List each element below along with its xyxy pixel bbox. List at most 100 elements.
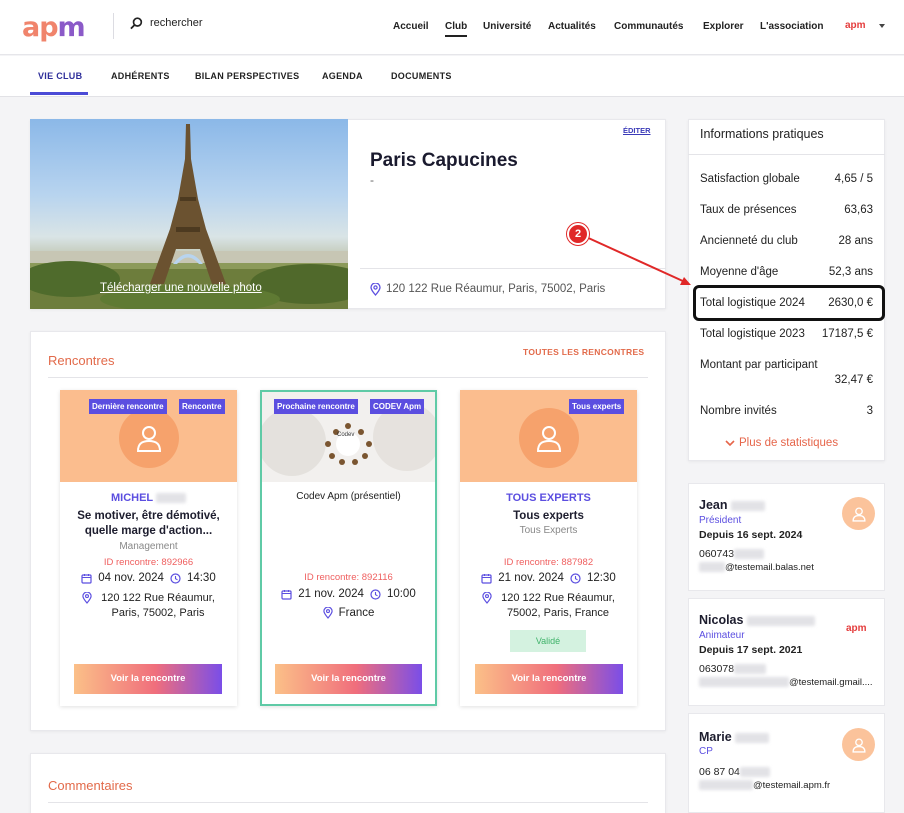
user-icon [851, 506, 866, 522]
member-name: Marie [699, 730, 770, 744]
stat-label: Ancienneté du club [700, 235, 798, 247]
divider [48, 802, 648, 803]
member-phone: 063078 [699, 663, 767, 675]
annotation-arrow [583, 235, 691, 285]
stat-value: 28 ans [838, 235, 873, 247]
voir-rencontre-button[interactable]: Voir la rencontre [275, 664, 422, 694]
badge-codev: CODEV Apm [370, 399, 425, 414]
tab-agenda[interactable]: AGENDA [322, 71, 363, 81]
tab-adherents[interactable]: ADHÉRENTS [111, 71, 170, 81]
user-icon [851, 737, 866, 753]
user-icon [536, 426, 562, 452]
nav-association[interactable]: L'association [760, 21, 824, 32]
nav-communautes[interactable]: Communautés [614, 21, 683, 32]
location-pin-icon [322, 607, 333, 619]
member-email[interactable]: @testemail.gmail.... [699, 677, 873, 688]
rencontre-address: 120 122 Rue Réaumur, 75002, Paris, Franc… [501, 592, 615, 619]
club-photo [30, 119, 348, 309]
user-icon [136, 426, 162, 452]
rencontre-address: 120 122 Rue Réaumur, Paris, 75002, Paris [101, 592, 215, 619]
stat-value: 4,65 / 5 [834, 173, 873, 185]
badge-derniere-rencontre: Dernière rencontre [89, 399, 167, 414]
stat-value: 52,3 ans [828, 266, 873, 278]
stat-value: 17187,5 € [821, 328, 873, 340]
voir-rencontre-button[interactable]: Voir la rencontre [74, 664, 222, 694]
nav-universite[interactable]: Université [483, 21, 531, 32]
status-badge: Validé [510, 630, 586, 652]
stat-value: 63,63 [844, 204, 873, 216]
location-pin-icon [482, 592, 492, 604]
rencontre-address: France [262, 607, 435, 619]
clock-icon [570, 572, 581, 584]
tab-documents[interactable]: DOCUMENTS [391, 71, 452, 81]
chevron-down-icon[interactable] [879, 24, 885, 28]
member-since: Depuis 17 sept. 2021 [699, 644, 803, 656]
avatar [119, 408, 179, 468]
stat-label: Montant par participant [700, 359, 818, 371]
rencontre-id: ID rencontre: 892116 [304, 572, 393, 583]
annotation-marker: 2 [567, 223, 589, 245]
stat-value: 32,47 € [834, 374, 873, 386]
member-role: Animateur [699, 630, 745, 641]
clock-icon [170, 572, 181, 584]
eiffel-tower-image [30, 124, 348, 309]
club-name: Paris Capucines [370, 150, 518, 171]
divider [48, 377, 648, 378]
info-title: Informations pratiques [700, 127, 824, 141]
rencontre-title: Tous experts [513, 510, 584, 522]
avatar [842, 497, 875, 530]
apm-logo: apm [846, 623, 867, 634]
member-email[interactable]: @testemail.apm.fr [699, 780, 830, 791]
search-input[interactable]: rechercher [150, 17, 203, 29]
rencontre-datetime: 21 nov. 2024 10:00 [262, 588, 435, 600]
rencontre-host: MICHEL [60, 492, 237, 504]
member-phone: 060743 [699, 548, 765, 560]
nav-actualites[interactable]: Actualités [548, 21, 596, 32]
stat-value: 3 [866, 405, 873, 417]
divider [113, 13, 114, 39]
rencontre-datetime: 04 nov. 2024 14:30 [60, 572, 237, 584]
stat-label: Nombre invités [700, 405, 777, 417]
search-icon[interactable] [130, 17, 143, 30]
club-address: 120 122 Rue Réaumur, Paris, 75002, Paris [386, 283, 606, 295]
clock-icon [370, 588, 381, 600]
section-title: Commentaires [48, 778, 133, 793]
member-email[interactable]: @testemail.balas.net [699, 562, 814, 573]
stat-label: Taux de présences [700, 204, 797, 216]
member-name: Nicolas [699, 613, 815, 627]
avatar [519, 408, 579, 468]
member-name: Jean [699, 498, 765, 512]
nav-club[interactable]: Club [445, 21, 468, 37]
more-stats-link[interactable]: Plus de statistiques [725, 437, 838, 449]
rencontre-category: Management [119, 541, 178, 552]
voir-rencontre-button[interactable]: Voir la rencontre [475, 664, 623, 694]
rencontre-title: Codev Apm (présentiel) [296, 491, 401, 502]
all-rencontres-link[interactable]: TOUTES LES RENCONTRES [523, 347, 644, 357]
badge-tous-experts: Tous experts [569, 399, 625, 414]
tab-vie-club[interactable]: VIE CLUB [38, 71, 82, 81]
avatar [842, 728, 875, 761]
member-role: Président [699, 515, 742, 526]
rencontre-category: Tous Experts [519, 525, 578, 536]
club-subtitle: - [370, 173, 374, 187]
member-phone: 06 87 04 [699, 766, 770, 778]
user-menu-logo[interactable]: apm [845, 20, 866, 31]
apm-logo[interactable]: apm [22, 12, 86, 43]
codev-image-label: Codev [337, 432, 355, 438]
calendar-icon [481, 573, 492, 584]
rencontre-id: ID rencontre: 892966 [103, 557, 194, 568]
stat-label: Satisfaction globale [700, 173, 800, 185]
upload-photo-link[interactable]: Télécharger une nouvelle photo [100, 282, 262, 294]
nav-accueil[interactable]: Accueil [393, 21, 429, 32]
calendar-icon [281, 589, 292, 600]
rencontre-host: TOUS EXPERTS [506, 492, 591, 504]
tab-bilan-perspectives[interactable]: BILAN PERSPECTIVES [195, 71, 299, 81]
edit-link[interactable]: ÉDITER [623, 126, 651, 135]
stat-label: Moyenne d'âge [700, 266, 779, 278]
nav-explorer[interactable]: Explorer [703, 21, 744, 32]
badge-rencontre: Rencontre [179, 399, 225, 414]
member-role: CP [699, 746, 713, 757]
rencontre-id: ID rencontre: 887982 [503, 557, 594, 568]
badge-prochaine-rencontre: Prochaine rencontre [274, 399, 358, 414]
highlight-box [693, 285, 885, 321]
